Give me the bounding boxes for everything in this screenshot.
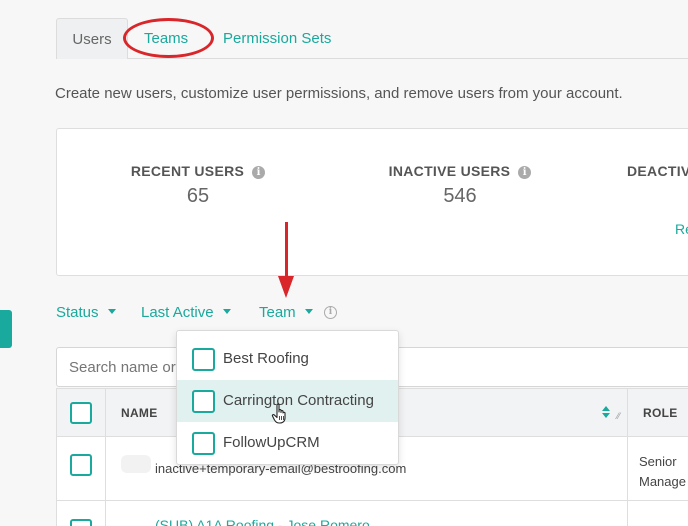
option-checkbox[interactable] [192, 390, 215, 413]
column-resize-icon[interactable]: ⁄⁄ [617, 411, 620, 421]
sort-icon[interactable] [602, 406, 612, 420]
user-role: Senior Manage [639, 452, 686, 492]
side-panel-handle[interactable] [0, 310, 12, 348]
info-icon[interactable]: i [324, 306, 337, 319]
option-checkbox[interactable] [192, 432, 215, 455]
tabs-divider [128, 58, 688, 59]
annotation-arrow-head [278, 276, 294, 298]
team-dropdown-menu: Best Roofing Carrington Contracting Foll… [176, 330, 399, 465]
tab-users[interactable]: Users [56, 18, 128, 59]
caret-down-icon [222, 309, 231, 314]
page-description: Create new users, customize user permiss… [55, 85, 623, 102]
filter-label: Last Active [141, 304, 214, 321]
role-line: Senior [639, 454, 677, 469]
stat-value: 65 [186, 185, 210, 207]
annotation-arrow-shaft [285, 222, 288, 278]
filter-label: Status [56, 304, 99, 321]
stat-label: INACTIVE USERS [388, 163, 511, 179]
team-option-best-roofing[interactable]: Best Roofing [177, 338, 398, 380]
column-header-name[interactable]: NAME [121, 406, 158, 420]
info-icon[interactable]: i [252, 166, 266, 179]
stat-label: RECENT USERS [130, 163, 245, 179]
stat-value: 546 [443, 185, 477, 207]
user-name-link[interactable]: (SUB) A1A Roofing - Jose Romero [155, 517, 370, 526]
filter-team[interactable]: Team [259, 304, 313, 321]
option-label: Carrington Contracting [223, 392, 374, 409]
filter-last-active[interactable]: Last Active [141, 304, 231, 321]
option-label: Best Roofing [223, 350, 309, 367]
row-checkbox[interactable] [70, 454, 92, 476]
tab-permission-sets[interactable]: Permission Sets [223, 18, 331, 59]
stat-inactive-users: INACTIVE USERS i 546 [380, 163, 540, 208]
option-label: FollowUpCRM [223, 434, 320, 451]
caret-down-icon [304, 309, 313, 314]
stat-deactivated-users: DEACTIV [627, 163, 688, 179]
stats-link[interactable]: Re [675, 221, 688, 237]
filter-label: Team [259, 304, 296, 321]
caret-down-icon [107, 309, 116, 314]
hand-cursor-icon [271, 403, 286, 424]
stats-card: RECENT USERS i 65 INACTIVE USERS i 546 DEA… [56, 128, 688, 276]
info-icon[interactable]: i [518, 166, 532, 179]
team-option-followupcrm[interactable]: FollowUpCRM [177, 422, 398, 464]
select-all-checkbox[interactable] [70, 402, 92, 424]
option-checkbox[interactable] [192, 348, 215, 371]
avatar [121, 455, 151, 473]
role-line: Manage [639, 474, 686, 489]
filter-status[interactable]: Status [56, 304, 116, 321]
stat-label: DEACTIV [627, 163, 688, 179]
column-header-role[interactable]: ROLE [643, 406, 678, 420]
stat-recent-users: RECENT USERS i 65 [123, 163, 273, 208]
row-checkbox[interactable] [70, 519, 92, 526]
annotation-circle [123, 18, 214, 58]
